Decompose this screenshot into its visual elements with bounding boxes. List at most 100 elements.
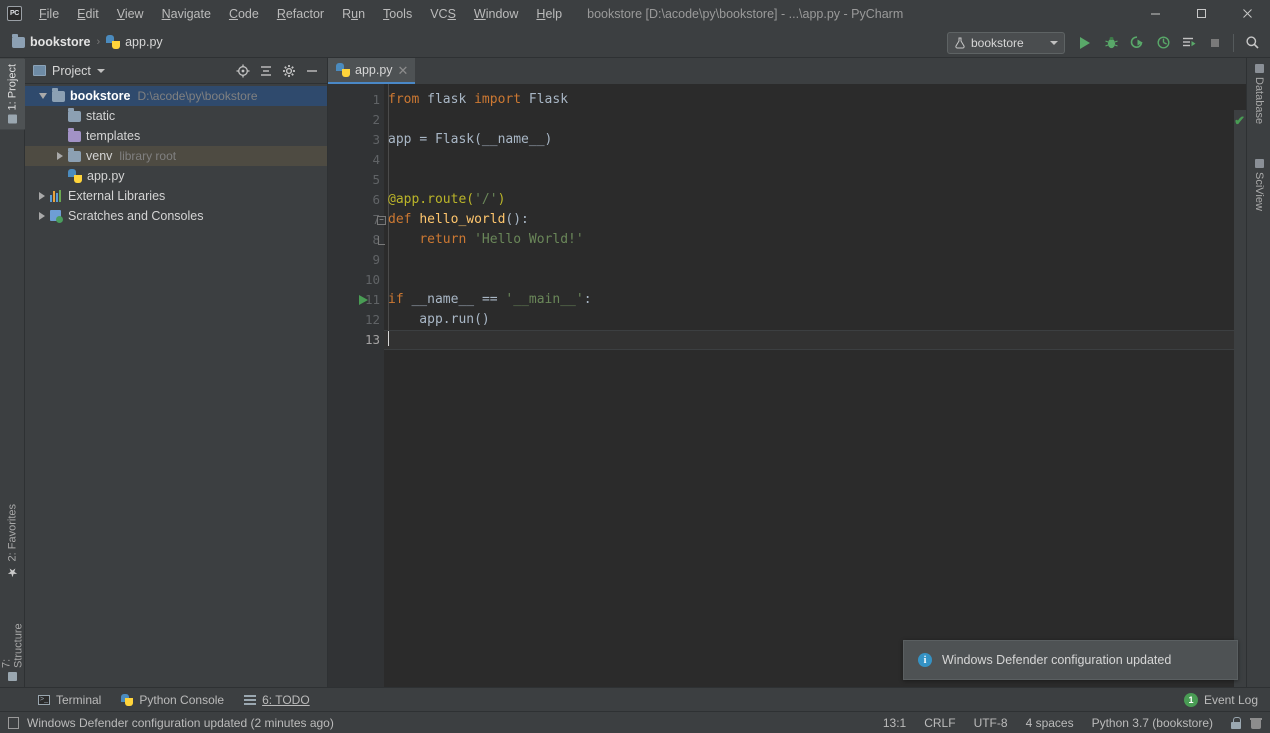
search-everywhere-button[interactable] bbox=[1240, 31, 1264, 55]
tree-node-scratches-and-consoles[interactable]: Scratches and Consoles bbox=[25, 206, 327, 226]
code-line[interactable]: if __name__ == '__main__': bbox=[384, 290, 1234, 310]
code-token: (): bbox=[505, 212, 529, 227]
code-token: Flask(__name__) bbox=[434, 132, 553, 147]
text-caret bbox=[388, 331, 389, 346]
maximize-button[interactable] bbox=[1178, 0, 1224, 27]
minimize-button[interactable] bbox=[1132, 0, 1178, 27]
event-log-button[interactable]: 1 Event Log bbox=[1183, 688, 1258, 712]
code-line[interactable] bbox=[384, 330, 1234, 350]
inspection-mark-bar[interactable]: ✔ bbox=[1234, 110, 1246, 687]
code-line[interactable]: app.run() bbox=[384, 310, 1234, 330]
indent-setting[interactable]: 4 spaces bbox=[1017, 716, 1083, 730]
chevron-right-icon[interactable] bbox=[57, 152, 63, 160]
line-separator[interactable]: CRLF bbox=[915, 716, 964, 730]
code-line[interactable] bbox=[384, 270, 1234, 290]
tree-node-static[interactable]: static bbox=[25, 106, 327, 126]
trash-icon[interactable] bbox=[1250, 717, 1262, 729]
collapse-all-button[interactable] bbox=[255, 60, 277, 82]
notification-balloon[interactable]: i Windows Defender configuration updated bbox=[903, 640, 1238, 680]
code-line[interactable] bbox=[384, 110, 1234, 130]
run-line-marker[interactable] bbox=[357, 290, 369, 310]
debug-button[interactable] bbox=[1099, 31, 1123, 55]
line-number: 5 bbox=[372, 172, 380, 187]
code-token: app bbox=[388, 132, 420, 147]
tree-node-app-py[interactable]: app.py bbox=[25, 166, 327, 186]
menu-run[interactable]: Run bbox=[333, 3, 374, 25]
code-token: == bbox=[481, 292, 506, 307]
lock-icon[interactable] bbox=[1230, 716, 1242, 729]
tool-window-python-console[interactable]: Python Console bbox=[111, 691, 234, 709]
menu-refactor[interactable]: Refactor bbox=[268, 3, 333, 25]
run-coverage-button[interactable] bbox=[1125, 31, 1149, 55]
line-number-gutter[interactable]: 1234567−8910111213 bbox=[328, 84, 386, 687]
code-line[interactable] bbox=[384, 170, 1234, 190]
tree-node-templates[interactable]: templates bbox=[25, 126, 327, 146]
sciview-tab-label: SciView bbox=[1253, 172, 1265, 211]
menu-vcs[interactable]: VCS bbox=[421, 3, 465, 25]
library-icon bbox=[50, 190, 63, 202]
menu-tools[interactable]: Tools bbox=[374, 3, 421, 25]
code-line[interactable]: @app.route('/') bbox=[384, 190, 1234, 210]
menu-help[interactable]: Help bbox=[527, 3, 571, 25]
code-line[interactable]: def hello_world(): bbox=[384, 210, 1234, 230]
menu-navigate[interactable]: Navigate bbox=[153, 3, 220, 25]
tool-window-todo[interactable]: 6: TODO bbox=[234, 691, 320, 709]
run-button[interactable] bbox=[1073, 31, 1097, 55]
stop-button[interactable] bbox=[1203, 31, 1227, 55]
sidebar-tab-database[interactable]: Database bbox=[1247, 58, 1270, 130]
tree-node-bookstore[interactable]: bookstore D:\acode\py\bookstore bbox=[25, 86, 327, 106]
python-interpreter[interactable]: Python 3.7 (bookstore) bbox=[1083, 716, 1222, 730]
chevron-right-icon[interactable] bbox=[39, 192, 45, 200]
code-line[interactable]: app = Flask(__name__) bbox=[384, 130, 1234, 150]
gear-icon bbox=[283, 64, 295, 77]
sidebar-tab-structure[interactable]: 7: Structure bbox=[0, 613, 25, 687]
chevron-right-icon[interactable] bbox=[39, 212, 45, 220]
run-configuration-selector[interactable]: bookstore bbox=[947, 31, 1065, 54]
chevron-down-icon[interactable] bbox=[39, 93, 47, 99]
file-encoding[interactable]: UTF-8 bbox=[965, 716, 1017, 730]
code-token: = bbox=[419, 132, 435, 147]
sidebar-tab-sciview[interactable]: SciView bbox=[1247, 153, 1270, 217]
code-editor[interactable]: 1234567−8910111213 from flask import Fla… bbox=[328, 84, 1246, 687]
menu-edit[interactable]: Edit bbox=[68, 3, 108, 25]
tree-node-label: static bbox=[86, 109, 116, 123]
chevron-down-icon bbox=[1050, 40, 1058, 45]
status-message[interactable]: Windows Defender configuration updated (… bbox=[27, 716, 334, 730]
menu-code[interactable]: Code bbox=[220, 3, 268, 25]
tree-node-venv[interactable]: venv library root bbox=[25, 146, 327, 166]
tree-node-external-libraries[interactable]: External Libraries bbox=[25, 186, 327, 206]
editor-tab-label: app.py bbox=[355, 63, 393, 77]
close-tab-icon[interactable]: ✕ bbox=[398, 64, 409, 77]
caret-position[interactable]: 13:1 bbox=[874, 716, 915, 730]
code-line[interactable]: return 'Hello World!' bbox=[384, 230, 1234, 250]
settings-gear-button[interactable] bbox=[278, 60, 300, 82]
breadcrumb-project[interactable]: bookstore bbox=[8, 31, 94, 53]
tool-window-terminal[interactable]: >_ Terminal bbox=[28, 691, 111, 709]
line-number: 4 bbox=[372, 152, 380, 167]
run-with-console-button[interactable] bbox=[1177, 31, 1201, 55]
hide-panel-button[interactable] bbox=[301, 60, 323, 82]
line-number: 7 bbox=[330, 210, 380, 230]
profile-button[interactable] bbox=[1151, 31, 1175, 55]
code-content[interactable]: from flask import Flask app = Flask(__nam… bbox=[384, 84, 1246, 687]
menu-window[interactable]: Window bbox=[465, 3, 527, 25]
close-button[interactable] bbox=[1224, 0, 1270, 27]
select-opened-file-button[interactable] bbox=[232, 60, 254, 82]
menu-file[interactable]: File bbox=[30, 3, 68, 25]
code-token: 'Hello World!' bbox=[474, 232, 584, 247]
code-token: hello_world bbox=[419, 212, 506, 227]
coverage-icon bbox=[1130, 36, 1142, 48]
chevron-down-icon[interactable] bbox=[96, 68, 105, 73]
code-line[interactable] bbox=[384, 250, 1234, 270]
python-icon bbox=[121, 693, 134, 706]
code-line[interactable]: from flask import Flask bbox=[384, 90, 1234, 110]
sidebar-tab-project[interactable]: 1: Project bbox=[0, 58, 25, 130]
code-line[interactable] bbox=[384, 150, 1234, 170]
profiler-icon bbox=[1156, 36, 1170, 49]
run-config-label: bookstore bbox=[971, 35, 1024, 50]
menu-view[interactable]: View bbox=[108, 3, 153, 25]
project-tab-icon bbox=[8, 114, 17, 124]
editor-tab-app-py[interactable]: app.py ✕ bbox=[328, 58, 416, 84]
sidebar-tab-favorites[interactable]: ★ 2: Favorites bbox=[0, 498, 25, 585]
breadcrumb-file[interactable]: app.py bbox=[102, 31, 167, 53]
